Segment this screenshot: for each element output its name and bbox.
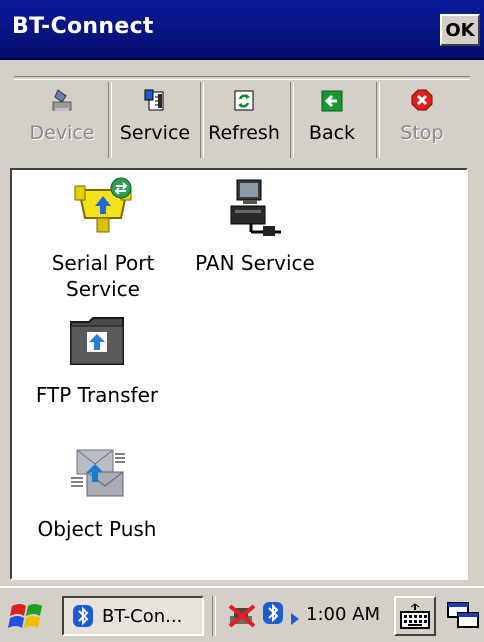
bluetooth-tray-button[interactable] bbox=[262, 600, 284, 630]
stop-icon bbox=[411, 89, 433, 111]
tray-arrow[interactable] bbox=[290, 610, 300, 629]
refresh-button[interactable]: Refresh bbox=[202, 82, 286, 158]
pan-network-icon bbox=[230, 179, 281, 236]
tray-divider bbox=[212, 596, 216, 636]
ftp-folder-icon bbox=[70, 317, 124, 365]
windows-flag-icon bbox=[8, 604, 42, 628]
service-list-pane: Serial Port Service PAN Service FTP Tran… bbox=[10, 168, 468, 580]
refresh-label: Refresh bbox=[208, 122, 280, 144]
service-pan-label: PAN Service bbox=[195, 251, 315, 275]
desktop-switch-button[interactable] bbox=[442, 596, 484, 636]
toolbar: Device Service Refresh Back Stop bbox=[0, 60, 484, 166]
bt-connect-window: BT-Connect OK Device Service Refresh Bac… bbox=[0, 0, 484, 642]
task-bt-connect[interactable]: BT-Con... bbox=[62, 596, 204, 636]
service-button[interactable]: Service bbox=[112, 82, 198, 158]
service-pan[interactable]: PAN Service bbox=[180, 176, 330, 276]
service-object-push[interactable]: Object Push bbox=[22, 442, 172, 542]
clock[interactable]: 1:00 AM bbox=[306, 604, 380, 625]
serial-port-icon bbox=[74, 177, 132, 233]
toolbar-separator bbox=[14, 76, 470, 80]
window-title: BT-Connect bbox=[12, 14, 154, 39]
stop-button[interactable]: Stop bbox=[380, 82, 464, 158]
taskbar: BT-Con... 1:00 AM bbox=[0, 586, 484, 642]
back-button[interactable]: Back bbox=[292, 82, 372, 158]
desktop-switch-icon bbox=[447, 602, 479, 628]
refresh-icon bbox=[234, 90, 254, 111]
device-button[interactable]: Device bbox=[20, 82, 104, 158]
stop-label: Stop bbox=[400, 122, 444, 144]
service-object-push-label: Object Push bbox=[37, 517, 157, 541]
start-button[interactable] bbox=[6, 598, 50, 634]
title-bar: BT-Connect OK bbox=[0, 0, 484, 60]
back-arrow-icon bbox=[321, 90, 343, 112]
back-label: Back bbox=[308, 122, 356, 144]
network-disconnected-icon bbox=[228, 604, 256, 628]
ok-button[interactable]: OK bbox=[440, 14, 480, 46]
service-serial-port-label: Serial Port Service bbox=[51, 251, 155, 301]
network-tray-button[interactable] bbox=[226, 600, 258, 634]
keyboard-icon bbox=[400, 603, 430, 629]
task-label: BT-Con... bbox=[102, 605, 183, 627]
device-label: Device bbox=[29, 122, 95, 144]
service-ftp-transfer[interactable]: FTP Transfer bbox=[22, 308, 172, 408]
service-ftp-transfer-label: FTP Transfer bbox=[35, 383, 159, 407]
tray-arrow-icon bbox=[291, 613, 299, 625]
bluetooth-icon bbox=[73, 605, 93, 627]
device-icon bbox=[52, 89, 72, 111]
service-label: Service bbox=[119, 122, 191, 144]
service-serial-port[interactable]: Serial Port Service bbox=[28, 176, 178, 302]
service-icon bbox=[144, 89, 164, 111]
keyboard-button[interactable] bbox=[394, 596, 436, 636]
bluetooth-icon bbox=[263, 602, 283, 624]
object-push-icon bbox=[71, 449, 125, 497]
